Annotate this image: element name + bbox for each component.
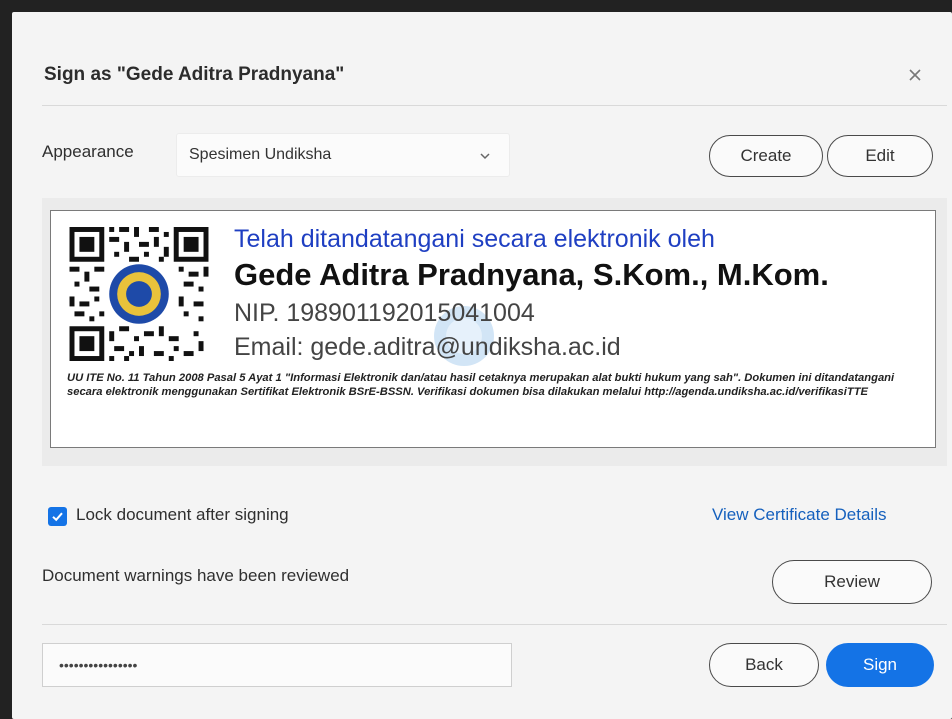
sign-dialog: Sign as "Gede Aditra Pradnyana" Appearan… [12,12,952,719]
close-icon [909,69,921,81]
appearance-selected-value: Spesimen Undiksha [189,146,332,163]
close-button[interactable] [900,60,930,90]
signature-preview-area: Telah ditandatangani secara elektronik o… [42,198,947,466]
qr-code-icon [69,227,209,361]
document-warnings-text: Document warnings have been reviewed [42,566,350,585]
review-button[interactable]: Review [772,560,932,604]
appearance-dropdown[interactable]: Spesimen Undiksha [176,133,510,177]
signed-by-text: Telah ditandatangani secara elektronik o… [234,225,715,253]
dialog-title: Sign as "Gede Aditra Pradnyana" [44,64,345,85]
signer-email: Email: gede.aditra@undiksha.ac.id [234,333,621,361]
checkmark-icon [52,512,63,522]
footer-divider [42,624,947,625]
back-button[interactable]: Back [709,643,819,687]
legal-notice: UU ITE No. 11 Tahun 2008 Pasal 5 Ayat 1 … [67,372,895,398]
title-divider [42,105,947,106]
signer-name: Gede Aditra Pradnyana, S.Kom., M.Kom. [234,257,829,292]
signer-nip: NIP. 198901192015041004 [234,299,535,327]
appearance-label: Appearance [42,142,134,161]
lock-document-label: Lock document after signing [76,505,289,524]
chevron-down-icon [480,153,490,160]
edit-button[interactable]: Edit [827,135,933,177]
window-frame: Sign as "Gede Aditra Pradnyana" Appearan… [0,0,952,719]
view-certificate-link[interactable]: View Certificate Details [712,505,886,525]
signature-preview: Telah ditandatangani secara elektronik o… [50,210,936,448]
lock-document-checkbox[interactable] [48,507,67,526]
create-button[interactable]: Create [709,135,823,177]
password-field[interactable]: •••••••••••••••• [42,643,512,687]
sign-button[interactable]: Sign [826,643,934,687]
